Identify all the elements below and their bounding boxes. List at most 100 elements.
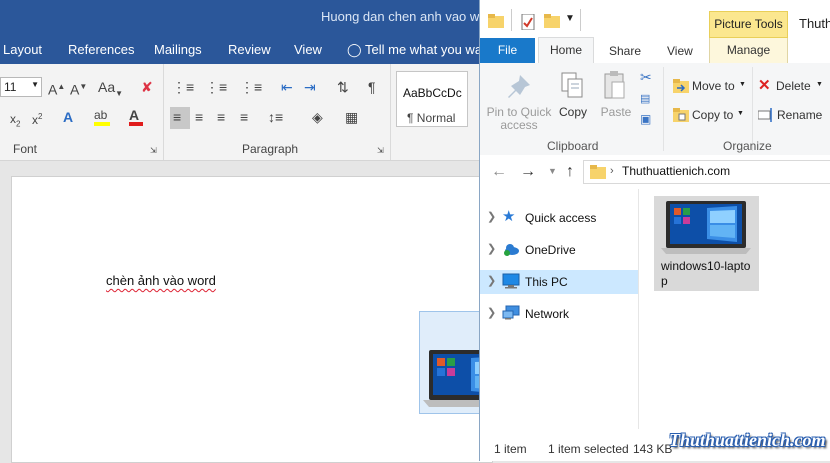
address-path[interactable]: Thuthuattienich.com <box>622 164 730 178</box>
delete-button[interactable]: Delete <box>776 80 811 93</box>
nav-item-network[interactable]: ❯ Network <box>480 302 638 326</box>
explorer-title-bar: ▼ Picture Tools Thuth <box>480 0 830 38</box>
multilevel-list-icon[interactable]: ⋮≡ <box>240 78 262 96</box>
network-icon <box>502 305 520 320</box>
breadcrumb-chevron-icon[interactable]: › <box>610 165 614 177</box>
copy-button[interactable]: Copy <box>556 106 590 119</box>
tab-layout[interactable]: Layout <box>3 42 42 57</box>
align-right-icon[interactable]: ≡ <box>217 108 225 126</box>
paste-icon <box>604 71 625 99</box>
document-text[interactable]: chèn ảnh vào word <box>106 273 216 288</box>
explorer-ribbon-tabs: File Home Share View Manage <box>480 37 830 64</box>
shading-icon[interactable]: ◈ <box>312 108 323 126</box>
font-group-label: Font <box>13 142 38 156</box>
increase-indent-icon[interactable]: ⇥ <box>304 78 316 96</box>
laptop-thumbnail-icon <box>661 201 751 254</box>
nav-item-label: This PC <box>525 275 568 289</box>
align-center-icon[interactable]: ≡ <box>195 108 203 126</box>
paste-button[interactable]: Paste <box>598 106 634 119</box>
delete-icon: ✕ <box>758 77 771 94</box>
text-effects-icon[interactable]: A <box>63 108 73 126</box>
expand-chevron-icon[interactable]: ❯ <box>487 306 496 319</box>
highlight-icon[interactable]: ab <box>94 106 110 126</box>
move-to-folder-icon <box>673 79 689 93</box>
paragraph-group-label: Paragraph <box>242 142 299 156</box>
expand-chevron-icon[interactable]: ❯ <box>487 210 496 223</box>
font-dialog-launcher-icon[interactable]: ⇲ <box>150 142 157 160</box>
copy-path-icon[interactable]: ▤ <box>640 92 650 105</box>
customize-toolbar-icon[interactable]: ▼ <box>565 13 575 24</box>
tell-me-search[interactable]: Tell me what you war <box>365 42 486 57</box>
tab-home[interactable]: Home <box>538 37 594 63</box>
font-size-value: 11 <box>4 80 17 94</box>
back-arrow-icon[interactable]: ← <box>491 163 507 181</box>
computer-icon <box>502 273 520 289</box>
paste-shortcut-icon[interactable]: ▣ <box>640 112 651 126</box>
tab-mailings[interactable]: Mailings <box>154 42 202 57</box>
style-preview: AaBbCcDc <box>403 86 462 100</box>
tab-share[interactable]: Share <box>609 44 641 58</box>
superscript-icon[interactable]: x2 <box>32 108 42 129</box>
rename-button[interactable]: Rename <box>777 109 822 122</box>
address-bar-row: ← → ▼ ↑ › Thuthuattienich.com <box>480 155 830 189</box>
numbering-icon[interactable]: ⋮≡ <box>205 78 227 96</box>
copy-to-button[interactable]: Copy to <box>692 109 733 122</box>
nav-item-label: Quick access <box>525 211 597 225</box>
tab-view[interactable]: View <box>667 44 693 58</box>
clear-formatting-icon[interactable]: ✘ <box>141 78 153 96</box>
justify-icon[interactable]: ≡ <box>240 108 248 126</box>
grow-font-icon[interactable]: A▲ <box>48 78 65 99</box>
tab-review[interactable]: Review <box>228 42 271 57</box>
font-size-select[interactable]: 11 ▼ <box>0 77 42 97</box>
style-normal[interactable]: AaBbCcDc ¶ Normal <box>396 71 468 127</box>
bullets-icon[interactable]: ⋮≡ <box>172 78 194 96</box>
chevron-down-icon: ▼ <box>31 80 39 89</box>
nav-item-label: OneDrive <box>525 243 576 257</box>
decrease-indent-icon[interactable]: ⇤ <box>281 78 293 96</box>
change-case-icon[interactable]: Aa▼ <box>98 78 123 103</box>
divider <box>580 9 581 31</box>
tab-manage[interactable]: Manage <box>709 38 788 63</box>
group-divider <box>390 64 391 160</box>
pin-icon <box>508 75 530 98</box>
expand-chevron-icon[interactable]: ❯ <box>487 274 496 287</box>
chevron-down-icon: ▼ <box>737 110 744 117</box>
nav-item-onedrive[interactable]: ❯ OneDrive <box>480 238 638 262</box>
borders-icon[interactable]: ▦ <box>345 108 358 126</box>
file-name[interactable]: windows10-laptop <box>661 259 757 289</box>
navigation-pane: ❯ ★ Quick access ❯ OneDrive ❯ This PC ❯ … <box>480 189 638 429</box>
move-to-button[interactable]: Move to <box>692 80 735 93</box>
cut-icon[interactable]: ✂ <box>640 69 652 86</box>
paragraph-dialog-launcher-icon[interactable]: ⇲ <box>377 142 384 160</box>
new-folder-icon[interactable] <box>544 14 560 28</box>
lightbulb-icon: ◯ <box>347 42 362 57</box>
tab-view[interactable]: View <box>294 42 322 57</box>
sort-icon[interactable]: ⇅ <box>337 78 349 96</box>
explorer-window-title: Thuth <box>799 16 830 31</box>
show-formatting-icon[interactable]: ¶ <box>368 78 376 96</box>
star-icon: ★ <box>502 208 516 225</box>
organize-group-label: Organize <box>723 139 772 153</box>
nav-item-this-pc[interactable]: ❯ This PC <box>480 270 638 294</box>
forward-arrow-icon[interactable]: → <box>520 163 536 181</box>
nav-item-quick-access[interactable]: ❯ ★ Quick access <box>480 206 638 230</box>
subscript-icon[interactable]: x2 <box>10 110 20 133</box>
recent-locations-icon[interactable]: ▼ <box>548 166 557 176</box>
chevron-down-icon: ▼ <box>739 81 746 88</box>
shrink-font-icon[interactable]: A▼ <box>70 78 87 99</box>
font-color-icon[interactable]: A <box>129 106 143 126</box>
expand-chevron-icon[interactable]: ❯ <box>487 242 496 255</box>
site-watermark: Thuthuattienich.com <box>669 430 826 450</box>
style-name: ¶ Normal <box>407 111 456 125</box>
tab-file[interactable]: File <box>480 38 535 63</box>
tab-references[interactable]: References <box>68 42 134 57</box>
chevron-down-icon: ▼ <box>816 81 823 88</box>
word-window-title: Huong dan chen anh vao word <box>321 9 499 24</box>
align-left-icon: ≡ <box>173 109 182 125</box>
properties-icon[interactable] <box>521 14 535 30</box>
up-arrow-icon[interactable]: ↑ <box>566 163 574 181</box>
pane-divider[interactable] <box>638 189 639 429</box>
divider <box>511 9 512 31</box>
pin-to-quick-access-button[interactable]: Pin to Quick access <box>486 106 552 132</box>
line-spacing-icon[interactable]: ↕≡ <box>268 108 283 126</box>
